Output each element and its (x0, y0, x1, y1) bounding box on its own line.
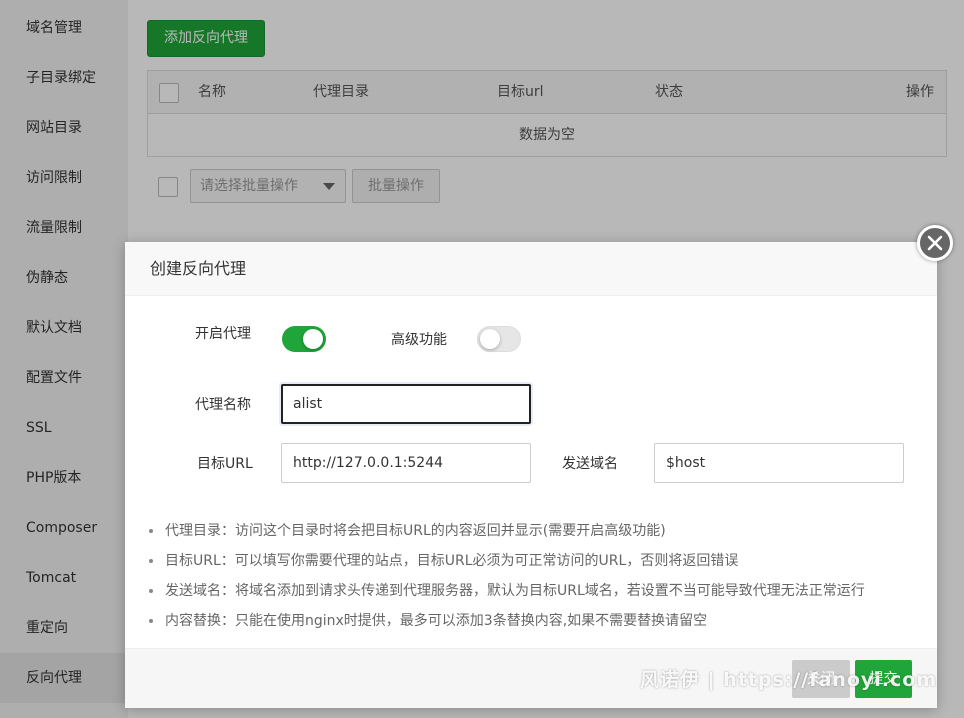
note-content-replace: 内容替换：只能在使用nginx时提供，最多可以添加3条替换内容,如果不需要替换请… (149, 606, 929, 636)
target-url-label: 目标URL (197, 456, 253, 472)
advanced-toggle[interactable] (477, 326, 521, 352)
enable-proxy-toggle[interactable] (282, 326, 326, 352)
note-send-domain: 发送域名：将域名添加到请求头传递到代理服务器，默认为目标URL域名，若设置不当可… (149, 576, 929, 606)
note-target-url: 目标URL：可以填写你需要代理的站点，目标URL必须为可正常访问的URL，否则将… (149, 546, 929, 576)
send-domain-input[interactable]: $host (654, 443, 904, 483)
note-proxy-dir: 代理目录：访问这个目录时将会把目标URL的内容返回并显示(需要开启高级功能) (149, 516, 929, 546)
toggle-knob (480, 329, 500, 349)
proxy-name-input[interactable]: alist (281, 384, 531, 424)
watermark: 风诺伊 | https://fanoyi.com (640, 669, 938, 691)
proxy-name-label: 代理名称 (195, 397, 251, 413)
dialog-title: 创建反向代理 (150, 259, 247, 278)
dialog-header: 创建反向代理 (125, 242, 937, 296)
send-domain-label: 发送域名 (562, 456, 618, 472)
enable-proxy-label: 开启代理 (195, 326, 251, 342)
help-notes: 代理目录：访问这个目录时将会把目标URL的内容返回并显示(需要开启高级功能) 目… (149, 516, 929, 636)
toggle-knob (303, 329, 323, 349)
dialog-close-icon[interactable] (917, 225, 953, 261)
target-url-input[interactable]: http://127.0.0.1:5244 (281, 443, 531, 483)
advanced-label: 高级功能 (391, 332, 447, 348)
create-reverse-proxy-dialog: 创建反向代理 开启代理 高级功能 代理名称 alist 目标URL http:/… (125, 242, 937, 708)
